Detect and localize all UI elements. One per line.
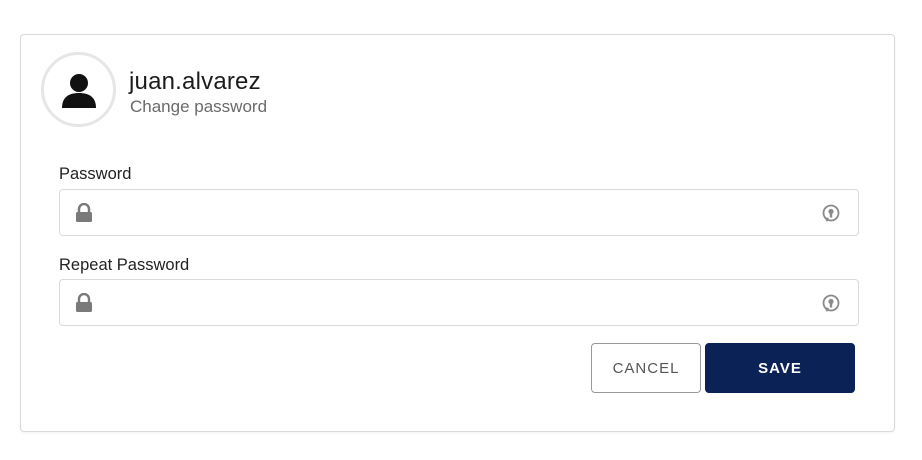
cancel-button[interactable]: CANCEL (591, 343, 701, 393)
page-subtitle: Change password (130, 97, 268, 116)
password-input[interactable] (108, 190, 808, 235)
lock-icon (76, 293, 92, 312)
repeat-password-field-container (59, 279, 859, 326)
eye-reveal-icon[interactable] (820, 292, 842, 314)
password-label: Password (59, 165, 132, 183)
password-field-container (59, 189, 859, 236)
username: juan.alvarez (129, 68, 261, 95)
eye-reveal-icon[interactable] (820, 202, 842, 224)
avatar (41, 52, 116, 127)
repeat-password-label: Repeat Password (59, 256, 190, 274)
lock-icon (76, 203, 92, 222)
save-button[interactable]: SAVE (705, 343, 855, 393)
user-icon (61, 73, 96, 108)
repeat-password-input[interactable] (108, 280, 808, 325)
change-password-card: juan.alvarez Change password Password Re… (20, 34, 895, 432)
